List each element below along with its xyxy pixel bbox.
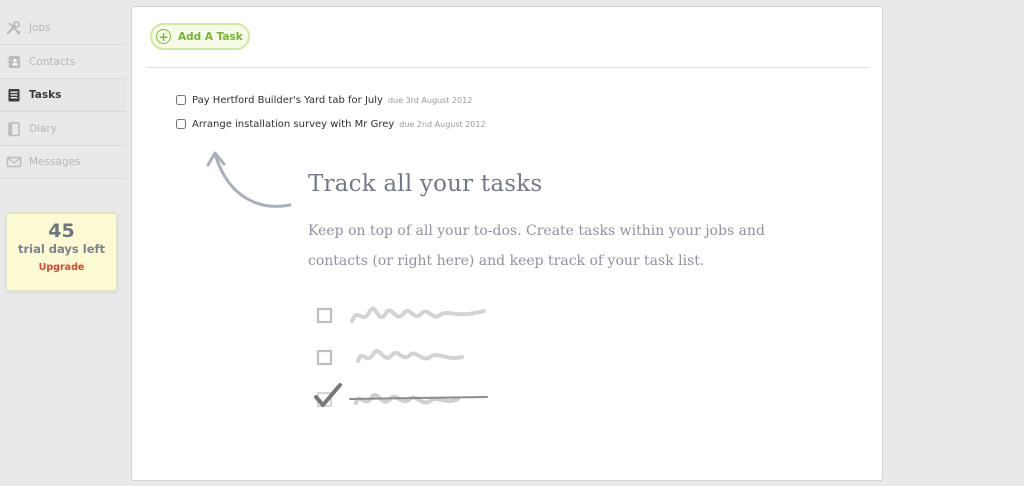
trial-days-count: 45 (48, 220, 75, 242)
sidebar-item-tasks[interactable]: Tasks (0, 79, 126, 112)
scribble-line (356, 349, 464, 363)
task-checkbox[interactable] (176, 119, 186, 129)
sidebar-item-label: Jobs (29, 22, 51, 34)
trial-box: 45 trial days left Upgrade (5, 212, 118, 292)
plus-circle-icon: + (156, 29, 171, 44)
divider (146, 67, 868, 68)
empty-state-description: Keep on top of all your to-dos. Create t… (308, 223, 765, 269)
sidebar-item-label: Messages (29, 156, 81, 168)
tasks-panel: + Add A Task Pay Hertford Builder's Yard… (131, 6, 883, 481)
tasklist-icon (6, 87, 22, 103)
task-checkbox[interactable] (176, 95, 186, 105)
tools-icon (6, 20, 22, 36)
sidebar-item-contacts[interactable]: Contacts (0, 46, 126, 79)
sidebar-item-label: Contacts (29, 56, 76, 68)
trial-days-label: trial days left (17, 242, 106, 256)
task-due-date: due 3rd August 2012 (387, 95, 473, 105)
address-book-icon (6, 54, 22, 70)
task-item: Arrange installation survey with Mr Grey… (176, 116, 486, 132)
sidebar-item-messages[interactable]: Messages (0, 146, 126, 179)
task-item: Pay Hertford Builder's Yard tab for July… (176, 92, 472, 108)
sidebar: Jobs Contacts Tasks Diary Messages 45 tr… (0, 0, 128, 486)
checklist-illustration (314, 306, 488, 407)
scribble-line (350, 306, 486, 323)
add-task-label: Add A Task (178, 30, 243, 43)
illustration-checkbox-icon (316, 349, 333, 366)
diary-icon (6, 121, 22, 137)
checkmark-icon (314, 383, 342, 407)
curved-arrow-icon (206, 151, 292, 208)
task-title[interactable]: Arrange installation survey with Mr Grey (192, 119, 394, 130)
sidebar-item-label: Diary (29, 123, 57, 135)
illustration-checkbox-icon (316, 307, 333, 324)
sidebar-item-jobs[interactable]: Jobs (0, 12, 126, 45)
sidebar-item-diary[interactable]: Diary (0, 113, 126, 146)
upgrade-link[interactable]: Upgrade (7, 262, 116, 273)
task-title[interactable]: Pay Hertford Builder's Yard tab for July (192, 95, 383, 106)
empty-state-title: Track all your tasks (308, 171, 543, 197)
task-due-date: due 2nd August 2012 (399, 119, 486, 129)
envelope-icon (6, 154, 22, 170)
sidebar-item-label: Tasks (29, 89, 62, 101)
add-task-button[interactable]: + Add A Task (150, 23, 250, 50)
